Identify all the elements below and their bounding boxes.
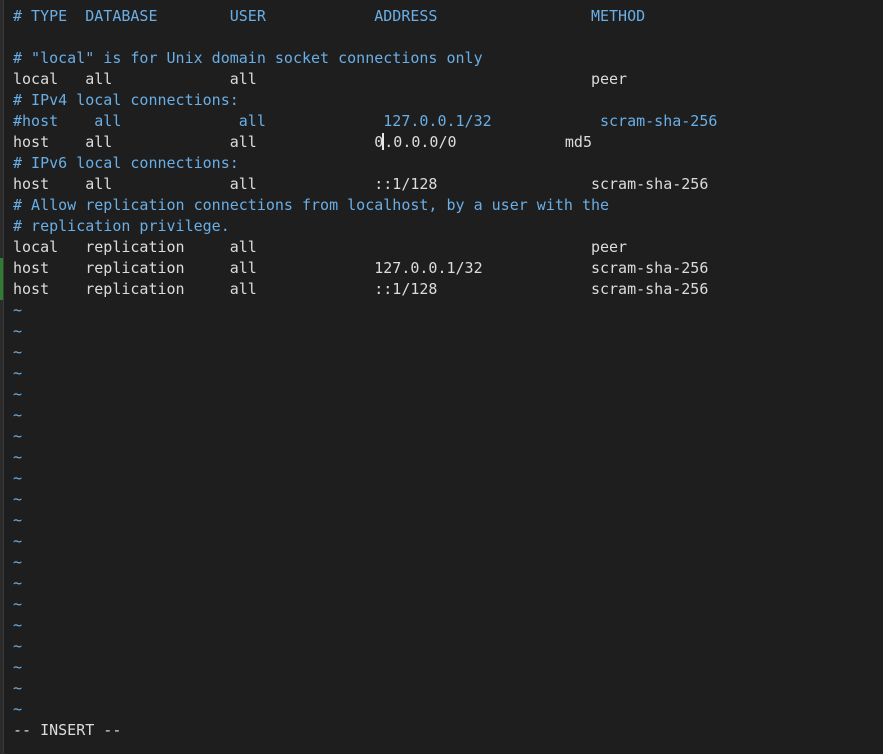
green-marker (0, 279, 3, 300)
buffer-line-comment: # "local" is for Unix domain socket conn… (13, 49, 483, 67)
empty-line-marker: ~ (13, 637, 23, 655)
buffer-line-comment: #host all all 127.0.0.1/32 scram-sha-256 (13, 112, 718, 130)
mode-indicator: -- INSERT -- (13, 721, 122, 739)
empty-line-marker: ~ (13, 364, 23, 382)
empty-line-marker: ~ (13, 406, 23, 424)
buffer-line: local replication all peer (13, 238, 628, 256)
buffer-line-comment: # replication privilege. (13, 217, 230, 235)
empty-line-marker: ~ (13, 343, 23, 361)
buffer-line: host all all ::1/128 scram-sha-256 (13, 175, 709, 193)
buffer-line-active: host all all 0.0.0.0/0 md5 (13, 132, 592, 153)
empty-line-marker: ~ (13, 490, 23, 508)
buffer-line: host replication all ::1/128 scram-sha-2… (13, 280, 709, 298)
empty-line-marker: ~ (13, 469, 23, 487)
empty-line-marker: ~ (13, 385, 23, 403)
empty-line-marker: ~ (13, 700, 23, 718)
terminal-window[interactable]: # TYPE DATABASE USER ADDRESS METHOD # "lo… (0, 0, 883, 754)
empty-line-marker: ~ (13, 616, 23, 634)
buffer-line-comment: # IPv6 local connections: (13, 154, 239, 172)
empty-line-marker: ~ (13, 679, 23, 697)
empty-line-marker: ~ (13, 595, 23, 613)
window-left-edge (0, 0, 4, 754)
empty-line-marker: ~ (13, 301, 23, 319)
buffer-line-comment: # Allow replication connections from loc… (13, 196, 610, 214)
empty-line-marker: ~ (13, 511, 23, 529)
buffer-line-comment: # IPv4 local connections: (13, 91, 239, 109)
empty-line-marker: ~ (13, 322, 23, 340)
green-marker (0, 258, 3, 279)
empty-line-marker: ~ (13, 658, 23, 676)
buffer-line-comment: # TYPE DATABASE USER ADDRESS METHOD (13, 7, 646, 25)
empty-line-marker: ~ (13, 532, 23, 550)
buffer-line: local all all peer (13, 70, 628, 88)
empty-line-marker: ~ (13, 553, 23, 571)
empty-line-marker: ~ (13, 448, 23, 466)
empty-line-marker: ~ (13, 427, 23, 445)
line-text-after-cursor: .0.0.0/0 md5 (384, 133, 592, 151)
empty-line-marker: ~ (13, 574, 23, 592)
buffer-line: host replication all 127.0.0.1/32 scram-… (13, 259, 709, 277)
line-text-before-cursor: host all all 0 (13, 133, 384, 151)
